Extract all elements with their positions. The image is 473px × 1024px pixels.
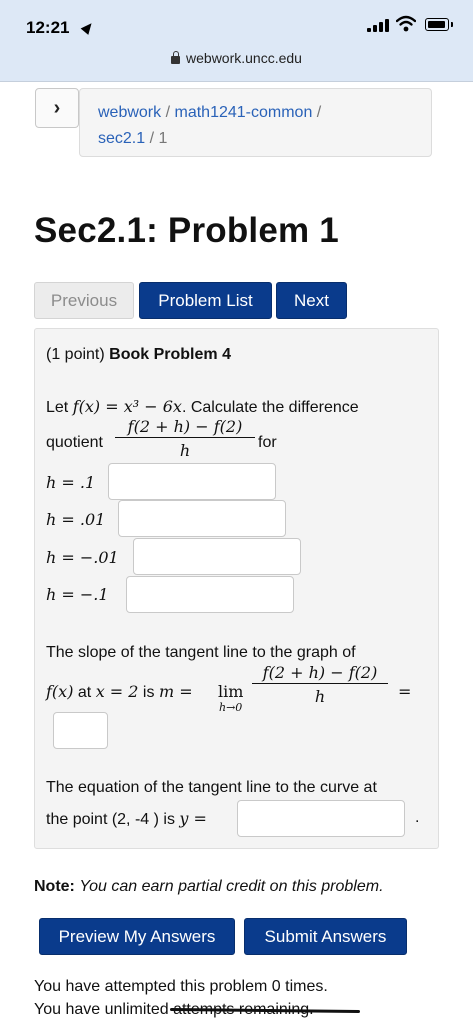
chevron-right-icon: › bbox=[53, 96, 61, 119]
url-bar[interactable]: webwork.uncc.edu bbox=[0, 50, 473, 66]
page-title: Sec2.1: Problem 1 bbox=[34, 211, 339, 250]
answer-input-4[interactable] bbox=[126, 576, 294, 613]
h-label: h = −.1 bbox=[46, 585, 109, 604]
limit-quotient: f(2 + h) − f(2) h bbox=[252, 663, 388, 706]
breadcrumb-set[interactable]: sec2.1 bbox=[98, 130, 145, 147]
previous-button[interactable]: Previous bbox=[34, 282, 134, 319]
breadcrumb-problem: 1 bbox=[158, 130, 168, 147]
limit-subscript: h→0 bbox=[219, 701, 243, 714]
answer-input-2[interactable] bbox=[118, 500, 286, 537]
equals-sign: = bbox=[398, 682, 412, 701]
breadcrumb: webwork / math1241-common / sec2.1 / 1 bbox=[79, 88, 432, 157]
period: . bbox=[415, 809, 420, 826]
next-button[interactable]: Next bbox=[276, 282, 347, 319]
limit-symbol: lim bbox=[218, 682, 244, 701]
for-label: for bbox=[258, 434, 277, 451]
breadcrumb-webwork[interactable]: webwork bbox=[98, 104, 161, 121]
attempts-text: You have attempted this problem 0 times. bbox=[34, 978, 328, 995]
sidebar-toggle-button[interactable]: › bbox=[35, 88, 79, 128]
problem-name: Book Problem 4 bbox=[109, 346, 231, 363]
wifi-icon bbox=[396, 15, 416, 32]
tangent-answer-input[interactable] bbox=[237, 800, 405, 837]
breadcrumb-separator: / bbox=[149, 130, 155, 147]
problem-header: (1 point) Book Problem 4 bbox=[46, 346, 231, 364]
function-definition: f(x) = x³ − 6x bbox=[72, 397, 182, 416]
breadcrumb-course[interactable]: math1241-common bbox=[175, 104, 313, 121]
status-time: 12:21 bbox=[26, 18, 70, 37]
lock-icon bbox=[171, 51, 181, 64]
breadcrumb-separator: / bbox=[165, 104, 171, 121]
location-arrow-icon bbox=[80, 20, 96, 35]
problem-box: (1 point) Book Problem 4 Let f(x) = x³ −… bbox=[34, 328, 439, 849]
slope-answer-input[interactable] bbox=[53, 712, 108, 749]
tangent-question-line2: the point (2, -4 ) is y = bbox=[46, 809, 207, 828]
battery-icon bbox=[425, 18, 453, 31]
answer-input-1[interactable] bbox=[108, 463, 276, 500]
problem-statement: Let f(x) = x³ − 6x. Calculate the differ… bbox=[46, 397, 359, 416]
cell-signal-icon bbox=[367, 18, 389, 32]
answer-input-3[interactable] bbox=[133, 538, 301, 575]
submit-answers-button[interactable]: Submit Answers bbox=[244, 918, 407, 955]
preview-answers-button[interactable]: Preview My Answers bbox=[39, 918, 235, 955]
browser-top-bar: 12:21 webwork.uncc.edu bbox=[0, 0, 473, 82]
slope-question-text: The slope of the tangent line to the gra… bbox=[46, 644, 356, 661]
difference-quotient: f(2 + h) − f(2) h bbox=[115, 417, 255, 460]
h-label: h = .1 bbox=[46, 473, 96, 492]
tangent-question-text: The equation of the tangent line to the … bbox=[46, 779, 377, 796]
problem-list-button[interactable]: Problem List bbox=[139, 282, 272, 319]
slope-question-line2: f(x) at x = 2 is m = bbox=[46, 682, 193, 701]
problem-points: (1 point) bbox=[46, 346, 105, 363]
url-text: webwork.uncc.edu bbox=[186, 50, 302, 66]
quotient-label: quotient bbox=[46, 434, 103, 451]
h-label: h = −.01 bbox=[46, 548, 119, 567]
breadcrumb-separator: / bbox=[316, 104, 322, 121]
partial-credit-note: Note: You can earn partial credit on thi… bbox=[34, 878, 384, 895]
h-label: h = .01 bbox=[46, 510, 106, 529]
